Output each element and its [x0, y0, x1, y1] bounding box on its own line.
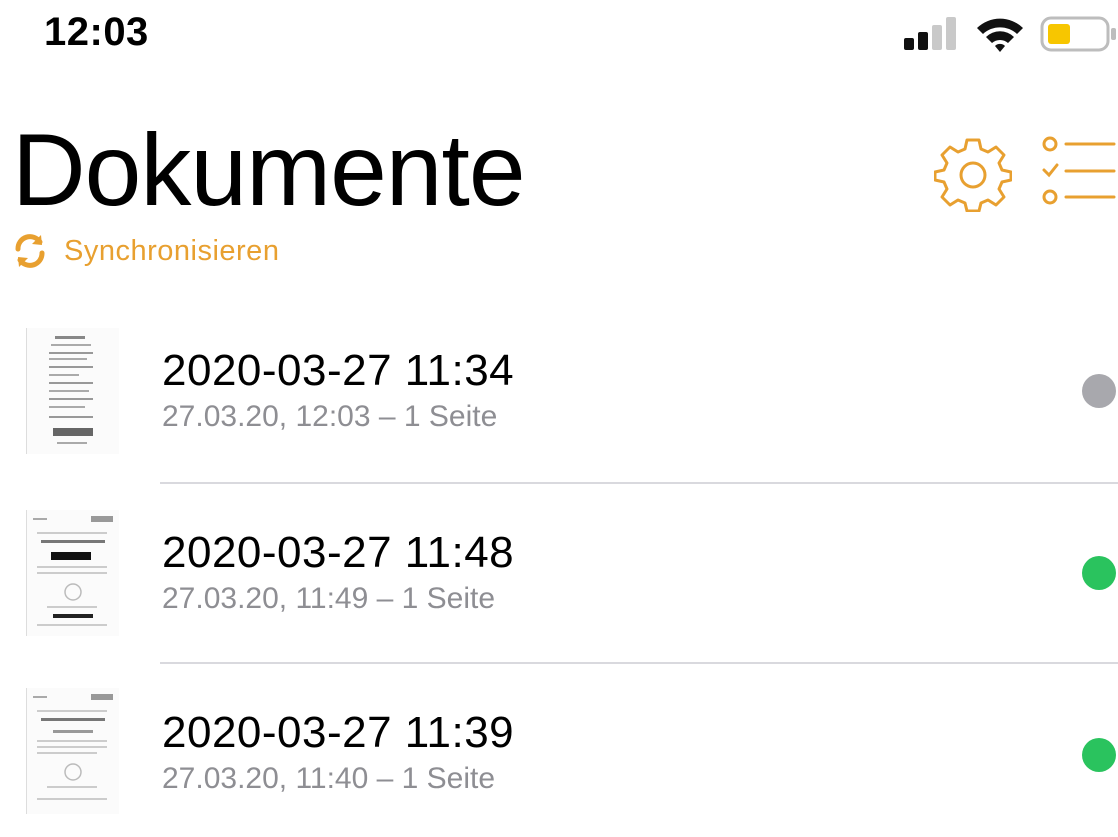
- status-time: 12:03: [44, 10, 149, 54]
- sync-status-indicator: [1082, 374, 1116, 408]
- sync-label: Synchronisieren: [64, 234, 280, 267]
- refresh-icon: [15, 234, 45, 268]
- schufa-letter-thumbnail: [26, 688, 119, 814]
- wifi-icon: [977, 18, 1023, 52]
- battery-low-icon: [1040, 16, 1116, 52]
- document-title: 2020-03-27 11:48: [162, 528, 515, 577]
- document-row[interactable]: 2020-03-27 11:34 27.03.20, 12:03 – 1 Sei…: [0, 312, 1118, 492]
- document-title: 2020-03-27 11:39: [162, 708, 515, 757]
- document-meta: 27.03.20, 12:03 – 1 Seite: [162, 400, 498, 433]
- sync-button[interactable]: Synchronisieren: [10, 228, 279, 274]
- row-divider: [160, 662, 1118, 664]
- checklist-icon: [1042, 136, 1116, 205]
- status-icons: [900, 14, 1118, 54]
- checklist-button[interactable]: [1036, 134, 1118, 208]
- gear-icon: [933, 138, 1013, 213]
- document-row[interactable]: 2020-03-27 11:39 27.03.20, 11:40 – 1 Sei…: [0, 674, 1118, 837]
- documents-screen: 12:03 Dokumente Synchronisieren 2020-03-…: [0, 0, 1118, 837]
- sync-status-indicator: [1082, 738, 1116, 772]
- document-meta: 27.03.20, 11:40 – 1 Seite: [162, 762, 496, 795]
- document-meta: 27.03.20, 11:49 – 1 Seite: [162, 582, 496, 615]
- row-divider: [160, 482, 1118, 484]
- schufa-letter-thumbnail: [26, 510, 119, 636]
- settings-button[interactable]: [933, 134, 1013, 213]
- document-title: 2020-03-27 11:34: [162, 346, 515, 395]
- document-row[interactable]: 2020-03-27 11:48 27.03.20, 11:49 – 1 Sei…: [0, 494, 1118, 674]
- receipt-thumbnail: [26, 328, 119, 454]
- sync-status-indicator: [1082, 556, 1116, 590]
- page-title: Dokumente: [12, 113, 526, 227]
- cellular-signal-icon: [904, 16, 960, 50]
